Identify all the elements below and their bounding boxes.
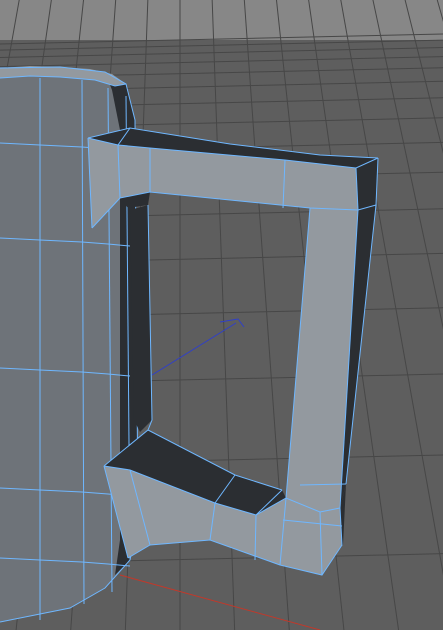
3d-viewport[interactable]	[0, 0, 443, 630]
